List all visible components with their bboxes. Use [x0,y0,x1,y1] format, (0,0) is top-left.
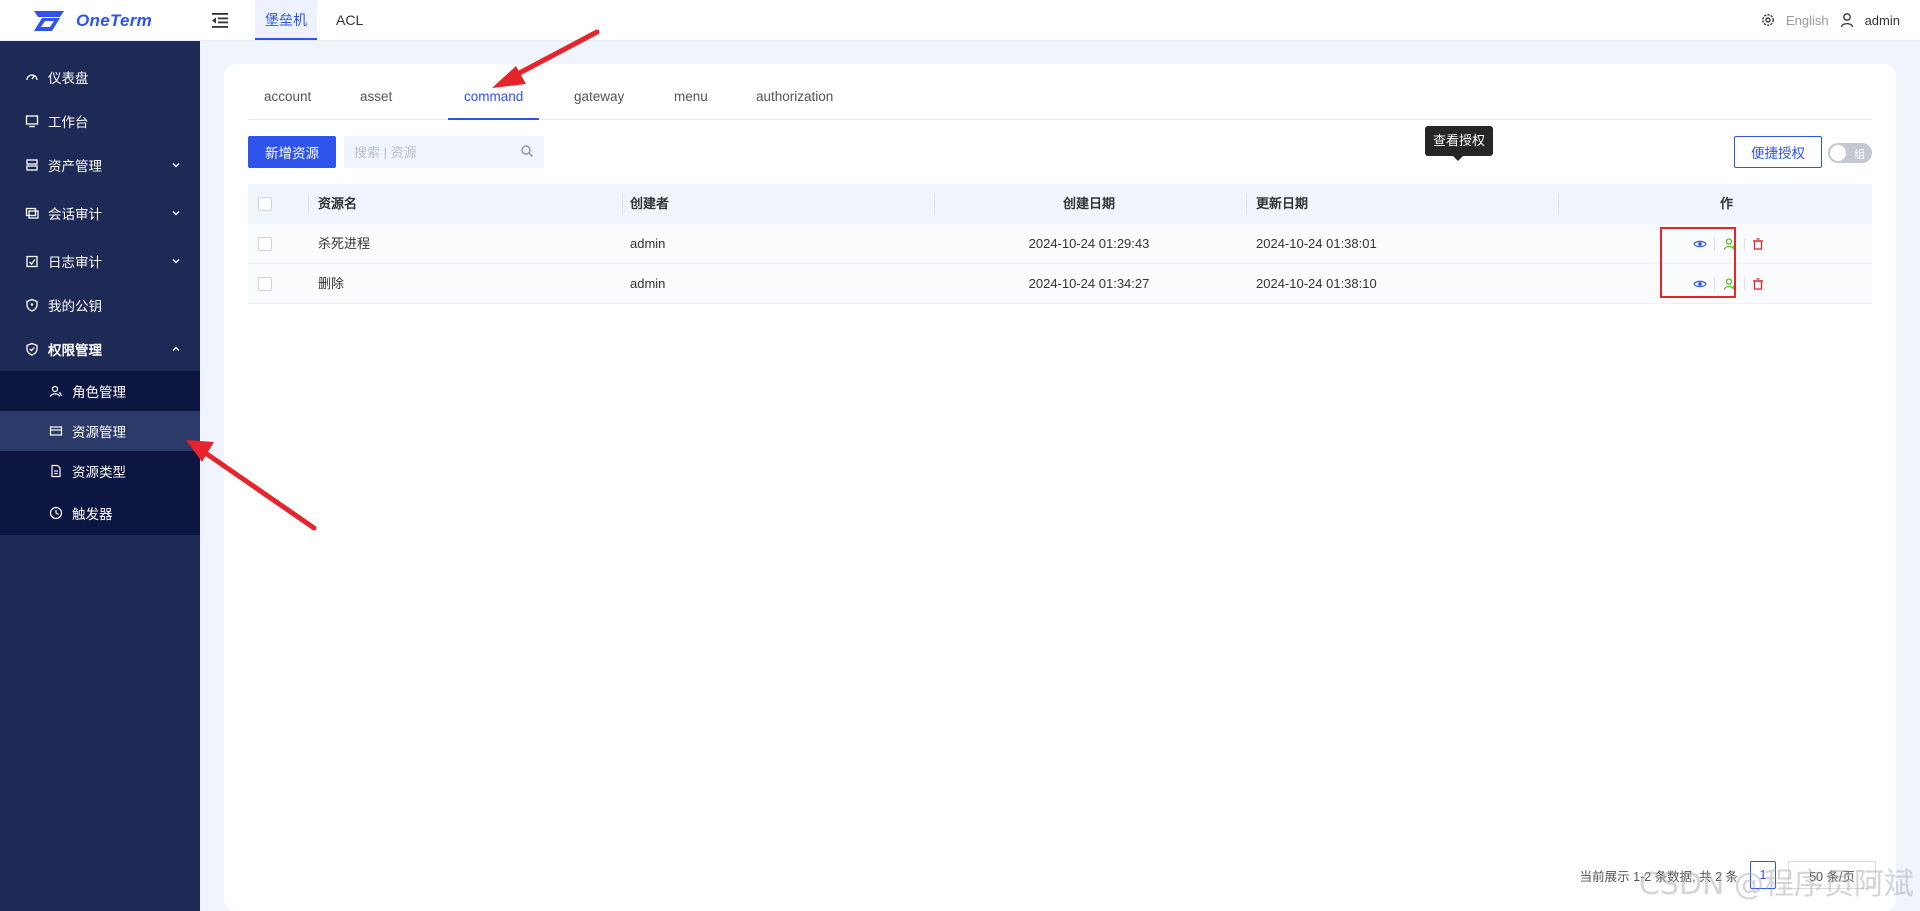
column-header-name[interactable]: 资源名 [318,184,357,224]
sidebar-item-session-audit[interactable]: 会话审计 [0,191,200,235]
column-header-updated[interactable]: 更新日期 [1256,184,1308,224]
sidebar-item-label: 资产管理 [48,159,102,174]
search-input[interactable] [354,144,504,160]
username[interactable]: admin [1865,13,1900,28]
tab-menu[interactable]: menu [674,80,708,120]
resource-table: 资源名 创建者 创建日期 更新日期 作 杀死进程 admin 2024-10-2… [248,184,1872,304]
log-icon [24,253,40,269]
chevron-down-icon [172,211,180,216]
sidebar-item-triggers[interactable]: 触发器 [0,491,200,535]
sidebar-item-label: 工作台 [48,115,89,130]
resource-icon [48,423,64,439]
cell-created: 2024-10-24 01:29:43 [1028,236,1150,251]
cell-creator: admin [630,276,666,291]
sidebar-item-label: 日志审计 [48,255,102,270]
sidebar-subitem-label: 资源类型 [72,465,126,480]
sidebar: 仪表盘 工作台 资产管理 会话审计 日志审计 我的公钥 权限管理 角色管理 资源… [0,41,200,911]
cell-name: 杀死进程 [318,236,371,251]
top-bar: OneTerm 堡垒机 ACL English admin [0,0,1920,41]
shield-icon [24,341,40,357]
tab-authorization[interactable]: authorization [756,80,833,120]
chevron-down-icon [172,259,180,264]
logo-icon [34,11,64,31]
row-checkbox[interactable] [258,237,272,251]
topnav-tab-acl[interactable]: ACL [326,0,373,40]
row-checkbox[interactable] [258,277,272,291]
cell-created: 2024-10-24 01:34:27 [1028,276,1150,291]
cell-updated: 2024-10-24 01:38:01 [1256,236,1377,251]
monitor-icon [24,113,40,129]
tab-account[interactable]: account [264,80,311,120]
sidebar-item-permissions[interactable]: 权限管理 [0,327,200,371]
app-logo[interactable]: OneTerm [30,8,152,34]
tab-command[interactable]: command [448,80,540,120]
tab-asset[interactable]: asset [360,80,392,120]
table-row[interactable]: 杀死进程 admin 2024-10-24 01:29:43 2024-10-2… [248,224,1872,264]
column-header-creator[interactable]: 创建者 [630,184,669,224]
sidebar-item-label: 权限管理 [48,343,102,358]
logo-text: OneTerm [76,11,153,30]
delete-icon[interactable] [1750,236,1766,252]
gear-icon[interactable] [1760,12,1776,28]
sidebar-item-resource-management[interactable]: 资源管理 [0,411,200,451]
sidebar-subitem-label: 角色管理 [72,385,126,400]
main-panel: account asset command gateway menu autho… [224,64,1896,911]
search-icon[interactable] [520,144,534,158]
clock-icon [48,505,64,521]
sidebar-subitem-label: 资源管理 [72,425,126,440]
menu-fold-icon[interactable] [210,10,230,30]
sidebar-item-resource-types[interactable]: 资源类型 [0,451,200,491]
sidebar-item-role-management[interactable]: 角色管理 [0,371,200,411]
search-box [344,136,544,168]
chevron-down-icon [172,163,180,168]
sidebar-item-label: 我的公钥 [48,299,102,314]
sidebar-item-log-audit[interactable]: 日志审计 [0,239,200,283]
sidebar-item-dashboard[interactable]: 仪表盘 [0,55,200,99]
cell-name: 删除 [318,276,345,291]
session-icon [24,205,40,221]
watermark: CSDN @程序员阿斌 [1638,867,1914,902]
sidebar-item-my-keys[interactable]: 我的公钥 [0,283,200,327]
dashboard-icon [24,69,40,85]
quick-grant-button[interactable]: 便捷授权 [1734,136,1822,168]
group-toggle[interactable]: 组 [1828,143,1872,163]
column-header-created[interactable]: 创建日期 [934,184,1244,224]
view-grant-tooltip: 查看授权 [1425,126,1494,161]
sidebar-item-label: 仪表盘 [48,71,89,86]
delete-icon[interactable] [1750,276,1766,292]
server-icon [24,157,40,173]
file-icon [48,463,64,479]
toggle-knob [1830,145,1846,161]
toggle-label: 组 [1854,149,1865,161]
add-resource-button[interactable]: 新增资源 [248,136,336,168]
sidebar-subitem-label: 触发器 [72,507,113,522]
tab-gateway[interactable]: gateway [574,80,624,120]
cell-updated: 2024-10-24 01:38:10 [1256,276,1377,291]
highlight-box [1660,227,1736,298]
permissions-submenu: 角色管理 资源管理 资源类型 触发器 [0,371,200,535]
chevron-up-icon [172,346,180,351]
sidebar-item-workbench[interactable]: 工作台 [0,99,200,143]
sidebar-item-assets[interactable]: 资产管理 [0,143,200,187]
resource-type-tabs: account asset command gateway menu autho… [248,80,1872,120]
role-icon [48,383,64,399]
cell-creator: admin [630,236,666,251]
table-header: 资源名 创建者 创建日期 更新日期 作 [248,184,1872,224]
sidebar-item-label: 会话审计 [48,207,102,222]
column-header-actions: 作 [1720,196,1734,211]
topnav-tab-bastion[interactable]: 堡垒机 [255,0,317,40]
top-right-actions: English admin [1760,0,1900,40]
language-switch[interactable]: English [1786,13,1829,28]
key-icon [24,297,40,313]
select-all-checkbox[interactable] [258,197,272,211]
table-row[interactable]: 删除 admin 2024-10-24 01:34:27 2024-10-24 … [248,264,1872,304]
user-icon [1840,13,1853,28]
